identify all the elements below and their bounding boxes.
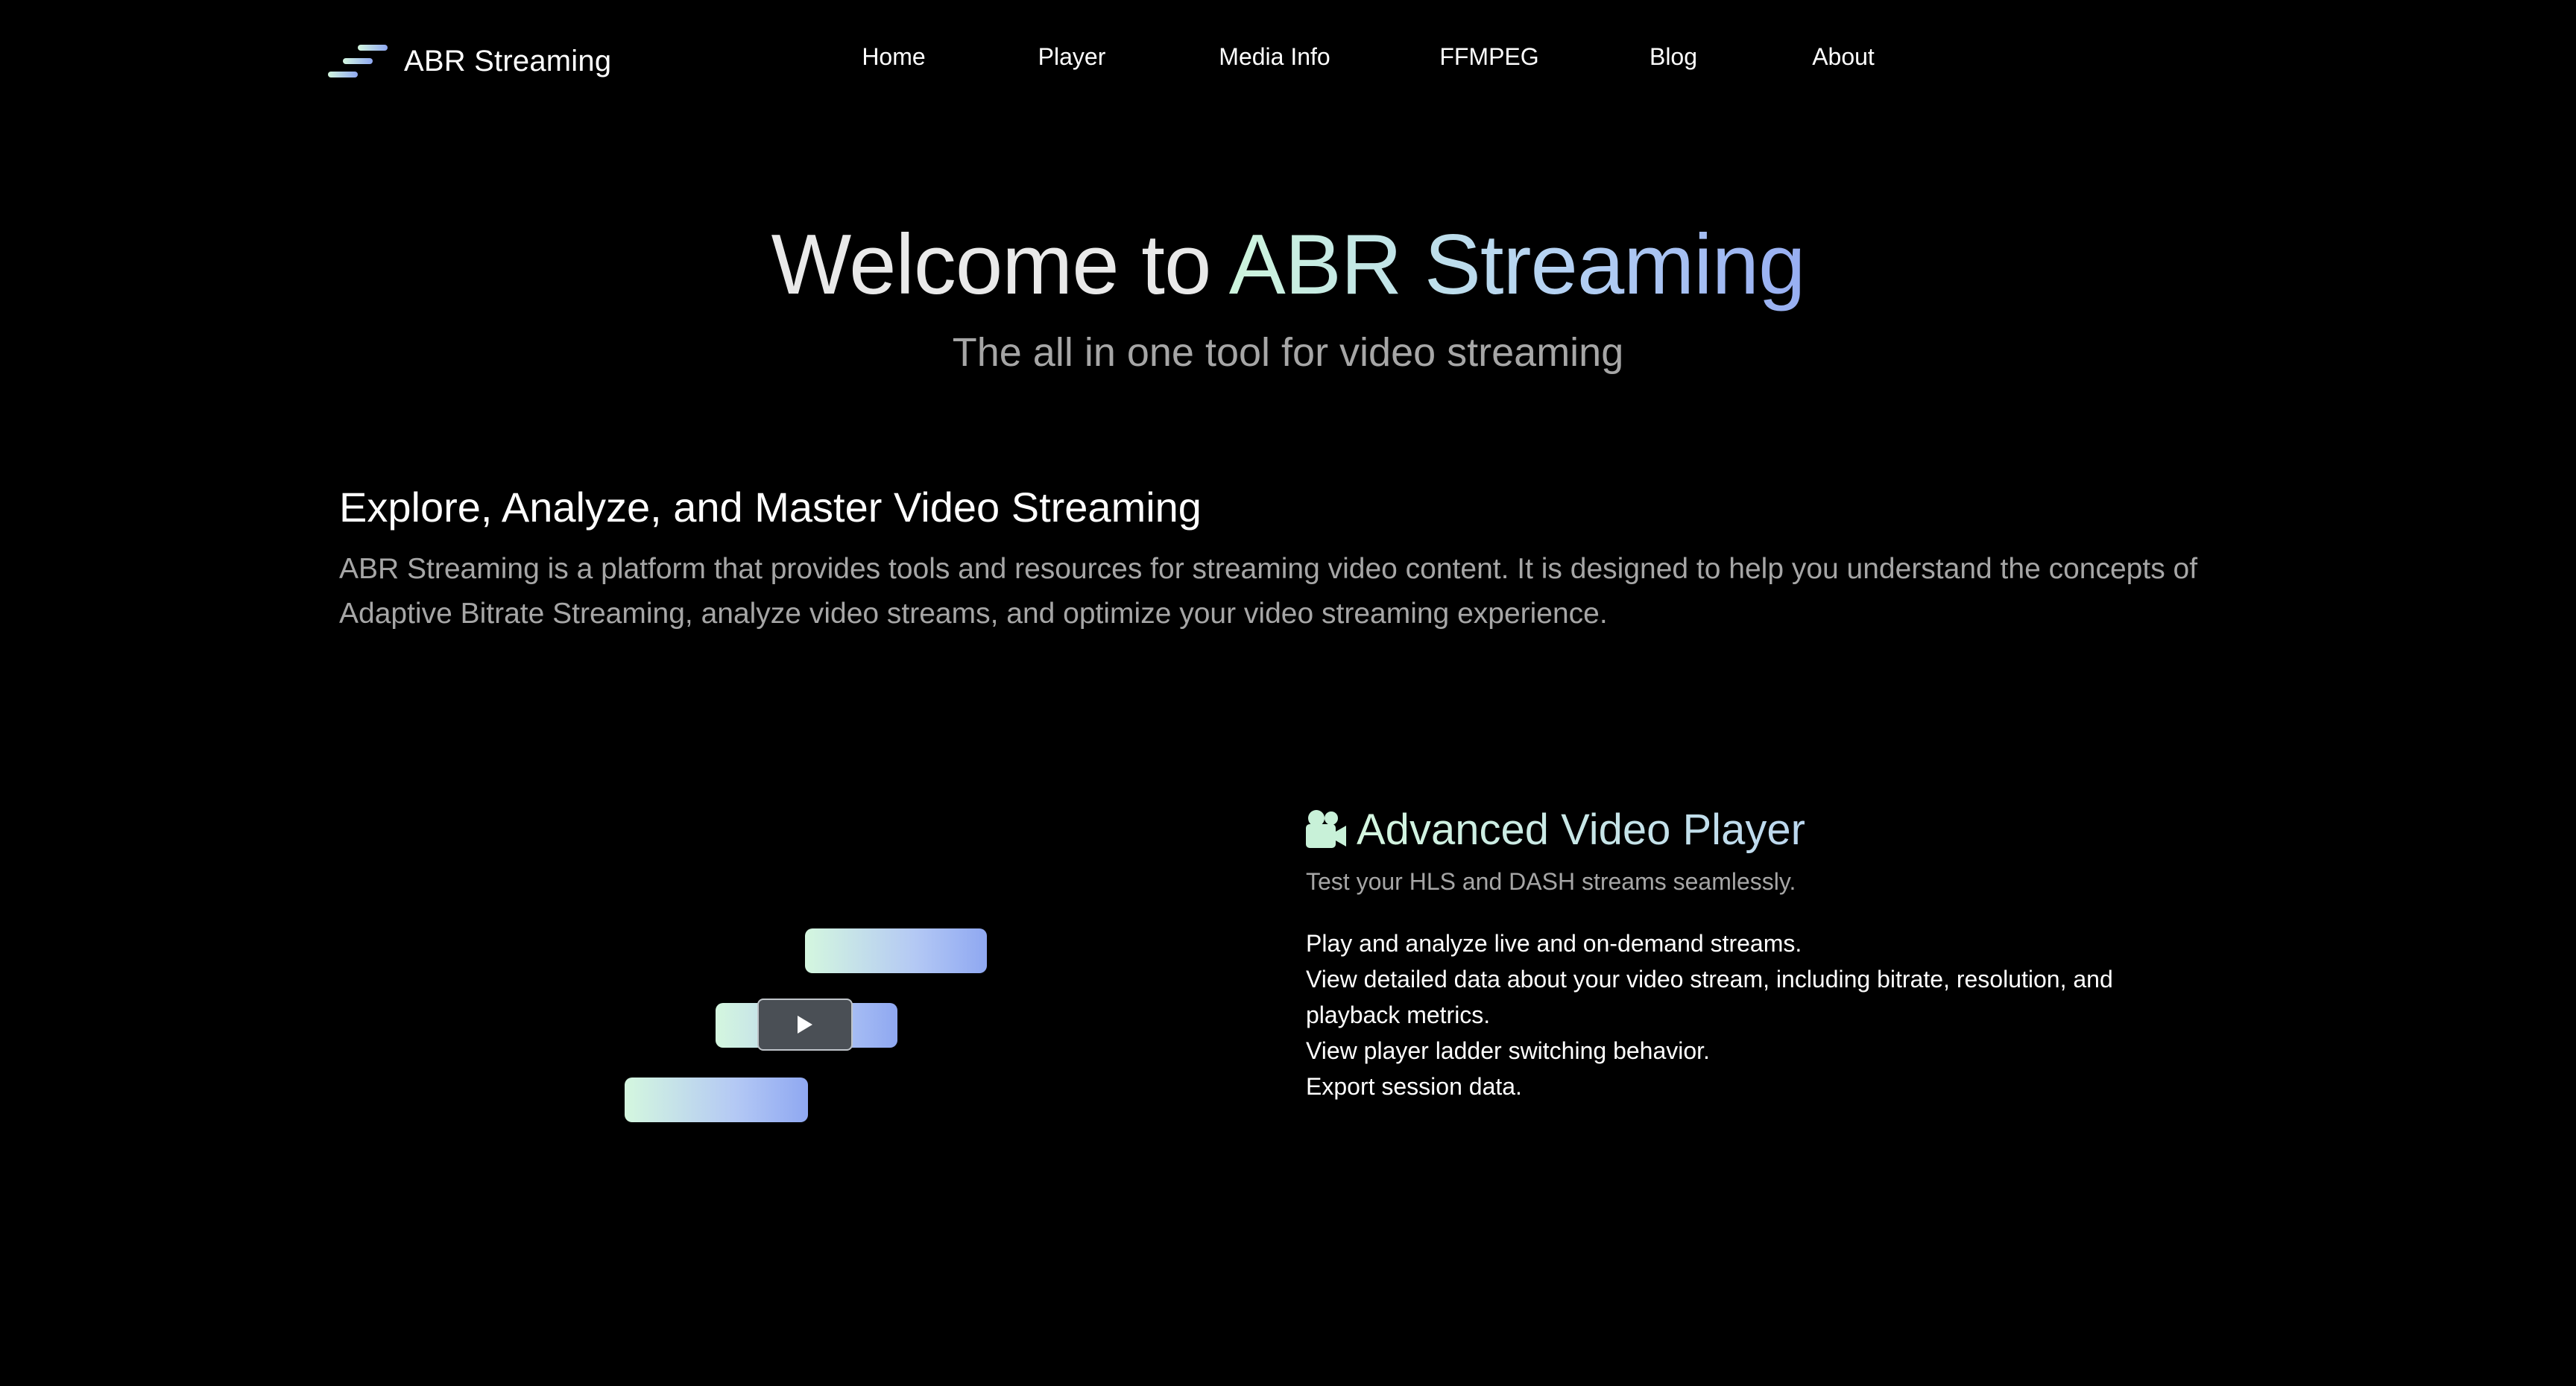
main-nav: Home Player Media Info FFMPEG Blog About xyxy=(0,43,2576,76)
feature-point: View player ladder switching behavior. xyxy=(1306,1037,1710,1064)
ladder-bar-high xyxy=(805,928,987,973)
nav-link-home[interactable]: Home xyxy=(862,43,925,71)
ladder-bar-low xyxy=(625,1078,808,1122)
nav-link-blog[interactable]: Blog xyxy=(1650,43,1697,71)
nav-link-player[interactable]: Player xyxy=(1038,43,1106,71)
play-icon xyxy=(798,1016,812,1034)
feature-point: Play and analyze live and on-demand stre… xyxy=(1306,930,1802,957)
nav-link-media-info[interactable]: Media Info xyxy=(1219,43,1330,71)
hero-title: Welcome to ABR Streaming xyxy=(0,216,2576,314)
feature-tagline: Test your HLS and DASH streams seamlessl… xyxy=(1306,868,1796,895)
page: ABR Streaming Home Player Media Info FFM… xyxy=(0,0,2576,1386)
nav-link-ffmpeg[interactable]: FFMPEG xyxy=(1439,43,1538,71)
intro-body: ABR Streaming is a platform that provide… xyxy=(339,553,2198,630)
intro-heading: Explore, Analyze, and Master Video Strea… xyxy=(339,484,1202,531)
hero-subtitle: The all in one tool for video streaming xyxy=(952,330,1624,375)
hero-title-accent: ABR Streaming xyxy=(1228,218,1806,312)
movie-camera-icon xyxy=(1306,810,1346,848)
feature-heading: Advanced Video Player xyxy=(1304,801,1805,858)
feature-title: Advanced Video Player xyxy=(1357,805,1805,854)
hero-title-prefix: Welcome to xyxy=(771,218,1212,312)
feature-point: Export session data. xyxy=(1306,1073,1522,1100)
nav-link-about[interactable]: About xyxy=(1812,43,1875,71)
feature-point: View detailed data about your video stre… xyxy=(1306,966,2113,1028)
play-button[interactable] xyxy=(757,999,853,1051)
feature-points: Play and analyze live and on-demand stre… xyxy=(1306,925,2185,1104)
bitrate-ladder-illustration xyxy=(611,917,999,1140)
